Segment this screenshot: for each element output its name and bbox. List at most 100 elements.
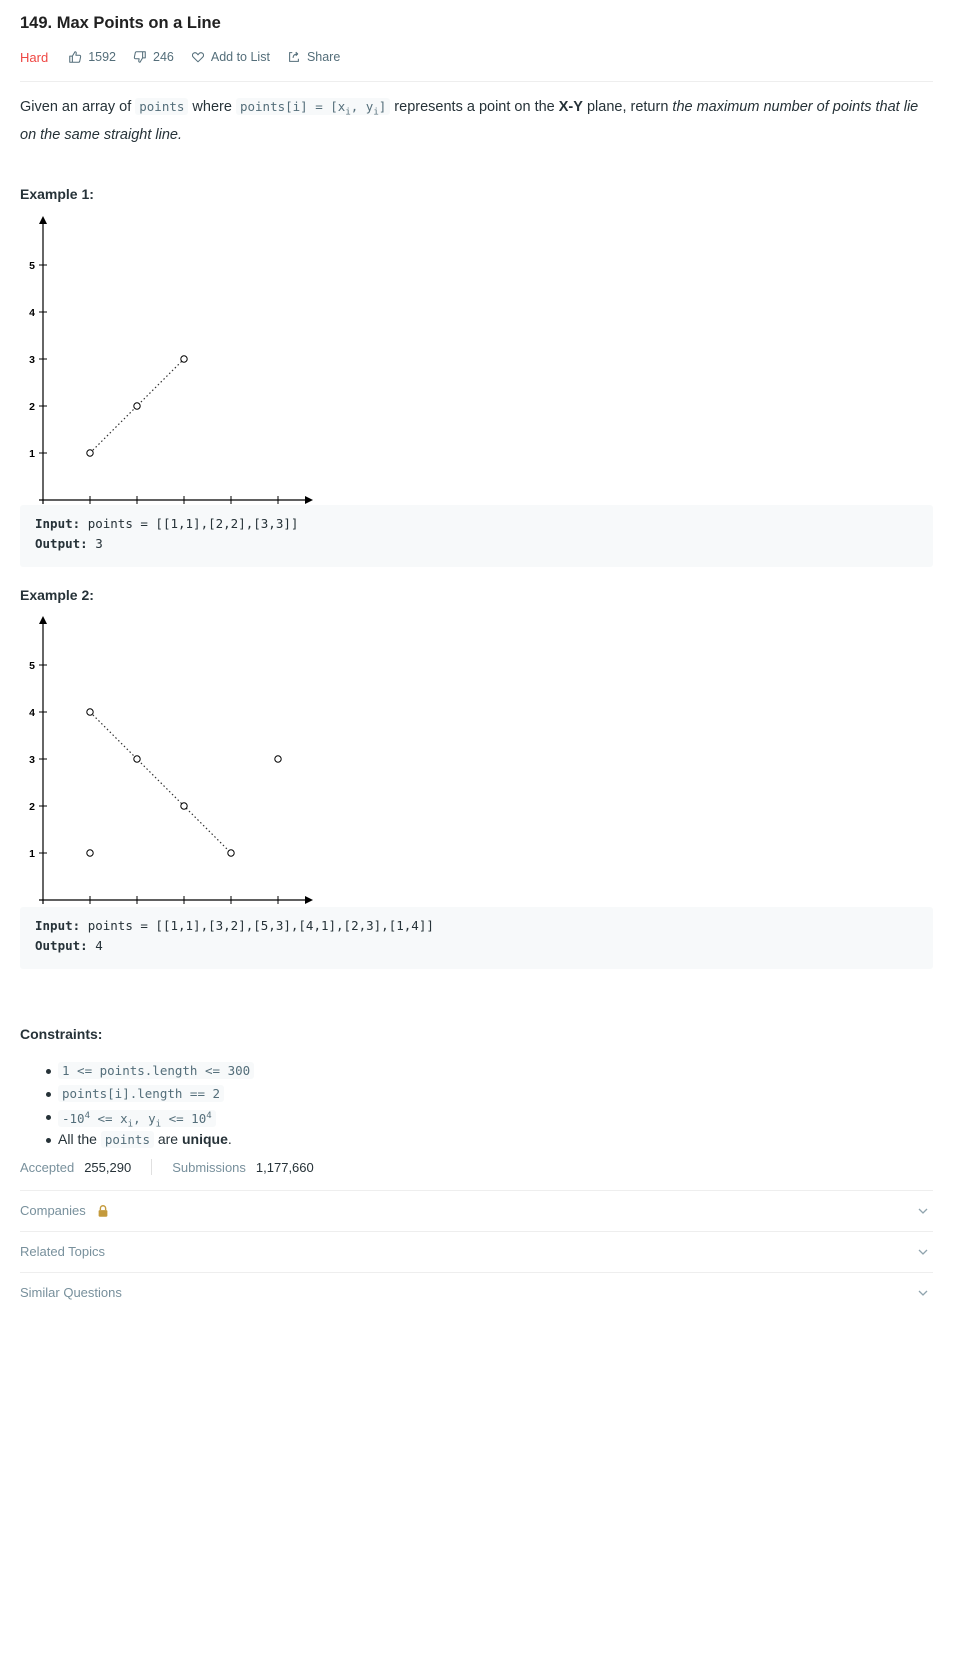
chevron-down-icon <box>918 1208 928 1214</box>
data-point <box>227 849 235 857</box>
desc-text: where <box>188 99 236 115</box>
share-button[interactable]: Share <box>287 50 340 64</box>
y-tick-label: 5 <box>29 660 35 672</box>
constraints-list: 1 <= points.length <= 300 points[i].leng… <box>46 1059 918 1151</box>
code-part: ] <box>378 99 387 114</box>
divider <box>151 1159 153 1175</box>
accordion-similar-questions[interactable]: Similar Questions <box>20 1272 933 1313</box>
constraint-code: -104 <= xi, yi <= 104 <box>58 1110 216 1130</box>
collinear-line <box>89 711 232 854</box>
accordion-related-topics[interactable]: Related Topics <box>20 1231 933 1272</box>
lock-icon <box>98 1204 108 1217</box>
dislike-button[interactable]: 246 <box>133 50 174 64</box>
accordion-companies[interactable]: Companies <box>20 1190 933 1231</box>
constraint-text: are <box>153 1131 182 1147</box>
accepted-value: 255,290 <box>84 1159 132 1175</box>
accordion-label: Companies <box>20 1203 110 1218</box>
output-value: 3 <box>95 536 103 551</box>
thumbs-down-icon <box>133 51 146 63</box>
code-part: <= 10 <box>161 1111 207 1127</box>
data-point <box>86 449 94 457</box>
add-to-list-label: Add to List <box>210 50 270 64</box>
problem-title: 149. Max Points on a Line <box>20 14 221 32</box>
code-part: , y <box>350 99 374 114</box>
accepted-label: Accepted <box>20 1159 75 1175</box>
input-label: Input: <box>35 918 81 933</box>
problem-description: Given an array of points where points[i]… <box>20 96 933 146</box>
desc-bold: X-Y <box>558 99 583 115</box>
x-axis-arrow <box>305 496 313 504</box>
inline-code-points-i: points[i] = [xi, yi] <box>235 98 391 118</box>
heart-icon <box>191 52 204 63</box>
constraint-bold: unique <box>181 1131 228 1147</box>
y-tick-label: 3 <box>29 354 35 366</box>
example-1-plot: 01234512345 <box>29 216 313 519</box>
y-tick-label: 4 <box>29 707 35 719</box>
y-tick-label: 1 <box>29 448 35 460</box>
list-item: All the points are unique. <box>46 1128 918 1151</box>
related-topics-label: Related Topics <box>20 1244 106 1259</box>
code-part: -10 <box>62 1111 85 1127</box>
problem-meta-bar: Hard 1592 246 Add to List Share <box>20 49 357 65</box>
submission-stats: Accepted 255,290 Submissions 1,177,660 <box>20 1158 314 1176</box>
desc-text: plane, return <box>582 99 673 115</box>
list-item: -104 <= xi, yi <= 104 <box>46 1105 918 1130</box>
similar-questions-label: Similar Questions <box>20 1285 122 1300</box>
submissions-value: 1,177,660 <box>255 1159 314 1175</box>
data-point <box>274 755 282 763</box>
constraint-text: . <box>227 1131 232 1147</box>
desc-text: Given an array of <box>20 99 136 115</box>
code-part: <= x <box>90 1111 128 1127</box>
input-value: points = [[1,1],[3,2],[5,3],[4,1],[2,3],… <box>87 918 434 933</box>
y-axis-arrow <box>39 216 47 224</box>
share-icon <box>289 51 299 62</box>
constraint-text: All the <box>58 1131 101 1147</box>
list-item: 1 <= points.length <= 300 <box>46 1059 918 1082</box>
code-part: points[i] = [x <box>239 99 346 114</box>
y-tick-label: 2 <box>29 801 35 813</box>
input-label: Input: <box>35 516 81 531</box>
example-2-plot: 01234512345 <box>29 616 313 919</box>
y-tick-label: 2 <box>29 401 35 413</box>
data-point <box>133 402 141 410</box>
thumbs-up-icon <box>69 51 82 63</box>
code-sup: 4 <box>206 1111 212 1121</box>
y-tick-label: 3 <box>29 754 35 766</box>
divider <box>20 81 933 82</box>
y-tick-label: 4 <box>29 307 35 319</box>
x-axis-arrow <box>305 896 313 904</box>
chevron-down-icon <box>918 1290 928 1296</box>
code-part: , y <box>133 1111 156 1127</box>
desc-text: . <box>177 126 183 143</box>
like-button[interactable]: 1592 <box>68 50 116 64</box>
data-point <box>180 802 188 810</box>
share-label: Share <box>306 50 341 64</box>
example-2-code-block: Input: points = [[1,1],[3,2],[5,3],[4,1]… <box>20 907 933 969</box>
constraint-code: points[i].length == 2 <box>58 1085 225 1102</box>
chevron-down-icon <box>918 1249 928 1255</box>
data-point <box>86 849 94 857</box>
output-label: Output: <box>35 938 88 953</box>
y-axis-arrow <box>39 616 47 624</box>
desc-text: represents a point on the <box>390 99 559 115</box>
dislike-count: 246 <box>153 50 174 64</box>
constraint-code: points <box>100 1131 154 1148</box>
data-point <box>133 755 141 763</box>
y-tick-label: 5 <box>29 260 35 272</box>
list-item: points[i].length == 2 <box>46 1082 918 1105</box>
input-value: points = [[1,1],[2,2],[3,3]] <box>87 516 299 531</box>
data-point <box>86 708 94 716</box>
difficulty-badge: Hard <box>20 49 49 65</box>
data-point <box>180 355 188 363</box>
example-2-heading: Example 2: <box>20 587 94 603</box>
example-1-code-block: Input: points = [[1,1],[2,2],[3,3]] Outp… <box>20 505 933 567</box>
like-count: 1592 <box>88 50 116 64</box>
y-tick-label: 1 <box>29 848 35 860</box>
submissions-label: Submissions <box>172 1159 246 1175</box>
constraint-code: 1 <= points.length <= 300 <box>58 1062 255 1079</box>
output-label: Output: <box>35 536 88 551</box>
example-1-heading: Example 1: <box>20 186 94 202</box>
add-to-list-button[interactable]: Add to List <box>191 50 270 64</box>
constraints-heading: Constraints: <box>20 1026 103 1042</box>
output-value: 4 <box>95 938 103 953</box>
